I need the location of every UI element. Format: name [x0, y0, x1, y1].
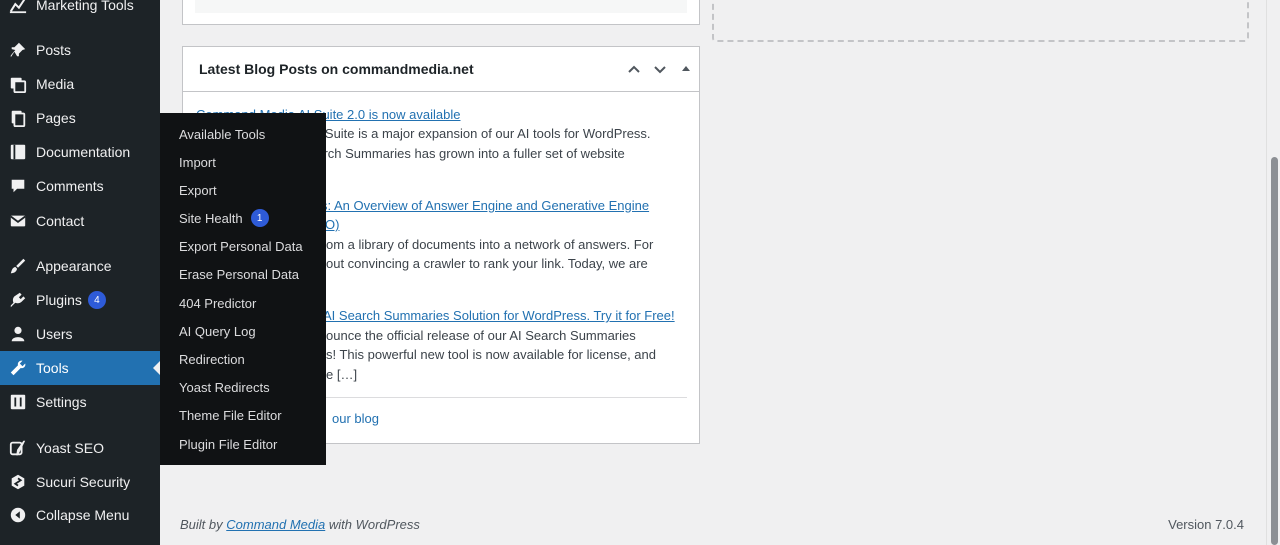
sidebar-item-plugins[interactable]: Plugins 4 — [0, 283, 160, 317]
sidebar-item-users[interactable]: Users — [0, 317, 160, 351]
post-excerpt-2-line1: om a library of documents into a network… — [326, 237, 654, 252]
collapse-icon — [8, 505, 28, 525]
footer-credit: Built by Command Media with WordPress — [180, 517, 420, 532]
pages-icon — [8, 108, 28, 128]
sidebar-item-contact[interactable]: Contact — [0, 204, 160, 238]
version-label: Version 7.0.4 — [1168, 517, 1244, 532]
sliders-icon — [8, 392, 28, 412]
submenu-import[interactable]: Import — [179, 151, 216, 173]
book-icon — [8, 142, 28, 162]
submenu-redirection[interactable]: Redirection — [179, 348, 245, 370]
submenu-site-health[interactable]: Site Health 1 — [179, 207, 269, 229]
post-excerpt-3-line1: ounce the official release of our AI Sea… — [326, 328, 636, 343]
sidebar-item-comments[interactable]: Comments — [0, 169, 160, 203]
visit-blog-link[interactable]: our blog — [332, 411, 379, 426]
admin-sidebar: Marketing Tools Posts Media Pages Docume… — [0, 0, 160, 545]
comment-icon — [8, 176, 28, 196]
post-link-2[interactable]: s: An Overview of Answer Engine and Gene… — [321, 196, 649, 215]
page-scrollbar[interactable] — [1266, 0, 1280, 545]
sidebar-item-posts[interactable]: Posts — [0, 33, 160, 67]
submenu-available-tools[interactable]: Available Tools — [179, 123, 265, 145]
command-media-link[interactable]: Command Media — [226, 517, 325, 532]
sidebar-item-tools[interactable]: Tools — [0, 351, 160, 385]
sidebar-item-media[interactable]: Media — [0, 67, 160, 101]
chart-icon — [8, 0, 28, 15]
post-excerpt-3-line3: e […] — [326, 367, 358, 382]
post-link-3[interactable]: AI Search Summaries Solution for WordPre… — [323, 306, 675, 325]
widget-title: Latest Blog Posts on commandmedia.net — [199, 61, 474, 77]
submenu-plugin-file-editor[interactable]: Plugin File Editor — [179, 433, 277, 455]
submenu-yoast-redirects[interactable]: Yoast Redirects — [179, 376, 270, 398]
submenu-404-predictor[interactable]: 404 Predictor — [179, 292, 256, 314]
submenu-erase-personal-data[interactable]: Erase Personal Data — [179, 263, 299, 285]
post-excerpt-1-line2: earch Summaries has grown into a fuller … — [309, 146, 625, 161]
dashboard-widget-top — [182, 0, 700, 25]
plugins-update-badge: 4 — [87, 291, 106, 309]
mail-icon — [8, 211, 28, 231]
tools-submenu: Available Tools Import Export Site Healt… — [160, 113, 326, 465]
submenu-export-personal-data[interactable]: Export Personal Data — [179, 235, 303, 257]
pushpin-icon — [8, 40, 28, 60]
sidebar-item-settings[interactable]: Settings — [0, 385, 160, 419]
site-health-badge: 1 — [250, 209, 269, 227]
yoast-icon — [8, 438, 28, 458]
media-icon — [8, 74, 28, 94]
post-excerpt-3-line2: s! This powerful new tool is now availab… — [326, 347, 656, 362]
submenu-export[interactable]: Export — [179, 179, 217, 201]
sidebar-item-appearance[interactable]: Appearance — [0, 249, 160, 283]
sucuri-icon — [8, 472, 28, 492]
empty-widget-dropzone — [712, 0, 1249, 42]
widget-header: Latest Blog Posts on commandmedia.net — [183, 47, 699, 92]
move-up-icon[interactable] — [626, 61, 642, 77]
sidebar-item-marketing-tools[interactable]: Marketing Tools — [0, 0, 160, 22]
sidebar-item-pages[interactable]: Pages — [0, 101, 160, 135]
scrollbar-thumb[interactable] — [1271, 157, 1278, 545]
post-link-2-line2[interactable]: O) — [325, 215, 339, 234]
sidebar-item-yoast-seo[interactable]: Yoast SEO — [0, 431, 160, 465]
post-excerpt-2-line2: out convincing a crawler to rank your li… — [326, 256, 648, 271]
collapse-menu-button[interactable]: Collapse Menu — [0, 498, 160, 532]
plug-icon — [8, 290, 28, 310]
sidebar-item-documentation[interactable]: Documentation — [0, 135, 160, 169]
user-icon — [8, 324, 28, 344]
post-excerpt-1-line1: AI Suite is a major expansion of our AI … — [309, 126, 651, 141]
collapse-widget-icon[interactable] — [678, 61, 694, 77]
move-down-icon[interactable] — [652, 61, 668, 77]
submenu-theme-file-editor[interactable]: Theme File Editor — [179, 404, 282, 426]
wrench-icon — [8, 358, 28, 378]
submenu-ai-query-log[interactable]: AI Query Log — [179, 320, 256, 342]
sidebar-item-sucuri-security[interactable]: Sucuri Security — [0, 465, 160, 499]
brush-icon — [8, 256, 28, 276]
